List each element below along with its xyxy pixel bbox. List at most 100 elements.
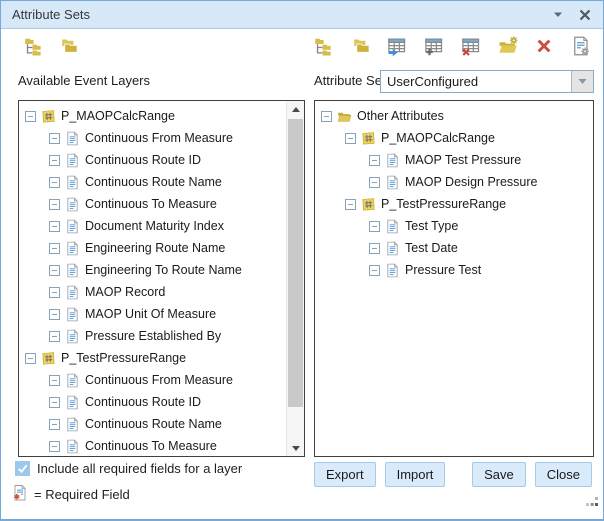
field-doc-icon xyxy=(385,263,400,278)
tree-item[interactable]: Other Attributes xyxy=(315,105,593,127)
attribute-set-dropdown[interactable]: UserConfigured xyxy=(380,70,594,93)
import-button[interactable]: Import xyxy=(385,462,446,487)
export-import-buttons: Export Import xyxy=(314,462,445,487)
table-remove-icon[interactable] xyxy=(460,34,482,58)
dock-menu-arrow-icon[interactable] xyxy=(550,7,566,23)
tree-item-label: Continuous From Measure xyxy=(85,373,233,387)
tree-item[interactable]: Test Type xyxy=(315,215,593,237)
tree-item[interactable]: P_MAOPCalcRange xyxy=(19,105,287,127)
tree-item-label: Continuous To Measure xyxy=(85,439,217,453)
collapse-toggle-icon[interactable] xyxy=(49,133,60,144)
tree-item[interactable]: Continuous Route Name xyxy=(19,413,287,435)
tree-item[interactable]: Document Maturity Index xyxy=(19,215,287,237)
collapse-attribute-folders-icon[interactable] xyxy=(350,34,372,58)
tree-item[interactable]: MAOP Unit Of Measure xyxy=(19,303,287,325)
collapse-toggle-icon[interactable] xyxy=(321,111,332,122)
collapse-toggle-icon[interactable] xyxy=(49,331,60,342)
tree-item[interactable]: P_MAOPCalcRange xyxy=(315,127,593,149)
collapse-toggle-icon[interactable] xyxy=(49,221,60,232)
resize-grip-icon[interactable] xyxy=(586,494,599,512)
tree-item[interactable]: Continuous Route ID xyxy=(19,149,287,171)
collapse-toggle-icon[interactable] xyxy=(49,419,60,430)
window-title: Attribute Sets xyxy=(12,7,90,22)
tree-item[interactable]: Continuous From Measure xyxy=(19,127,287,149)
tree-item[interactable]: MAOP Record xyxy=(19,281,287,303)
tree-item-label: Continuous From Measure xyxy=(85,131,233,145)
table-add-icon[interactable] xyxy=(423,34,445,58)
close-button[interactable]: Close xyxy=(535,462,592,487)
collapse-toggle-icon[interactable] xyxy=(369,155,380,166)
collapse-toggle-icon[interactable] xyxy=(345,199,356,210)
collapse-toggle-icon[interactable] xyxy=(49,243,60,254)
attribute-set-panel: Other AttributesP_MAOPCalcRangeMAOP Test… xyxy=(314,100,594,457)
collapse-toggle-icon[interactable] xyxy=(369,221,380,232)
tree-item[interactable]: Test Date xyxy=(315,237,593,259)
tree-item-label: MAOP Design Pressure xyxy=(405,175,537,189)
collapse-toggle-icon[interactable] xyxy=(49,199,60,210)
required-field-legend: = Required Field xyxy=(34,487,130,502)
event-layer-icon xyxy=(361,131,376,146)
tree-item[interactable]: MAOP Design Pressure xyxy=(315,171,593,193)
collapse-toggle-icon[interactable] xyxy=(369,177,380,188)
field-doc-icon xyxy=(65,263,80,278)
close-icon[interactable] xyxy=(577,7,593,23)
scroll-down-icon[interactable] xyxy=(287,440,304,456)
tree-item[interactable]: Engineering To Route Name xyxy=(19,259,287,281)
delete-icon[interactable] xyxy=(533,34,555,58)
tree-item[interactable]: MAOP Test Pressure xyxy=(315,149,593,171)
collapse-toggle-icon[interactable] xyxy=(25,353,36,364)
event-layer-icon xyxy=(361,197,376,212)
field-doc-icon xyxy=(65,197,80,212)
configure-report-icon[interactable] xyxy=(570,34,592,58)
expand-attribute-tree-icon[interactable] xyxy=(313,34,335,58)
collapse-toggle-icon[interactable] xyxy=(49,177,60,188)
event-layer-icon xyxy=(41,109,56,124)
tree-item[interactable]: P_TestPressureRange xyxy=(19,347,287,369)
collapse-layer-folders-icon[interactable] xyxy=(58,34,80,58)
tree-item[interactable]: Continuous From Measure xyxy=(19,369,287,391)
tree-item[interactable]: Continuous Route ID xyxy=(19,391,287,413)
collapse-toggle-icon[interactable] xyxy=(369,265,380,276)
tree-item[interactable]: P_TestPressureRange xyxy=(315,193,593,215)
tree-item-label: Continuous Route Name xyxy=(85,417,222,431)
collapse-toggle-icon[interactable] xyxy=(345,133,356,144)
tree-item[interactable]: Continuous To Measure xyxy=(19,193,287,215)
collapse-toggle-icon[interactable] xyxy=(49,309,60,320)
export-button[interactable]: Export xyxy=(314,462,376,487)
expand-layer-tree-icon[interactable] xyxy=(23,34,45,58)
field-doc-icon xyxy=(65,175,80,190)
field-doc-icon xyxy=(65,329,80,344)
scroll-up-icon[interactable] xyxy=(287,101,304,117)
tree-item-label: Engineering Route Name xyxy=(85,241,225,255)
field-doc-icon xyxy=(385,219,400,234)
collapse-toggle-icon[interactable] xyxy=(25,111,36,122)
tree-item[interactable]: Pressure Test xyxy=(315,259,593,281)
tree-item-label: Continuous Route ID xyxy=(85,153,201,167)
tree-item[interactable]: Pressure Established By xyxy=(19,325,287,347)
field-doc-icon xyxy=(65,373,80,388)
collapse-toggle-icon[interactable] xyxy=(49,441,60,452)
include-required-fields-checkbox[interactable] xyxy=(15,461,30,476)
available-event-layers-panel: P_MAOPCalcRange Continuous From Measure Co… xyxy=(18,100,305,457)
scrollbar-thumb[interactable] xyxy=(288,119,303,407)
vertical-scrollbar[interactable] xyxy=(286,101,304,456)
collapse-toggle-icon[interactable] xyxy=(369,243,380,254)
field-doc-icon xyxy=(385,241,400,256)
collapse-toggle-icon[interactable] xyxy=(49,375,60,386)
tree-item-label: Engineering To Route Name xyxy=(85,263,242,277)
include-required-fields-label: Include all required fields for a layer xyxy=(37,461,242,476)
tree-item-label: P_TestPressureRange xyxy=(61,351,186,365)
tree-item[interactable]: Continuous To Measure xyxy=(19,435,287,456)
tree-item[interactable]: Engineering Route Name xyxy=(19,237,287,259)
attribute-sets-dialog: Attribute Sets Available Event Layers At… xyxy=(0,0,604,521)
collapse-toggle-icon[interactable] xyxy=(49,265,60,276)
tree-item[interactable]: Continuous Route Name xyxy=(19,171,287,193)
save-button[interactable]: Save xyxy=(472,462,526,487)
collapse-toggle-icon[interactable] xyxy=(49,287,60,298)
collapse-toggle-icon[interactable] xyxy=(49,155,60,166)
collapse-toggle-icon[interactable] xyxy=(49,397,60,408)
titlebar[interactable]: Attribute Sets xyxy=(1,1,603,29)
table-transfer-icon[interactable] xyxy=(386,34,408,58)
dropdown-arrow-icon[interactable] xyxy=(571,71,593,92)
new-attribute-set-folder-icon[interactable] xyxy=(497,34,519,58)
